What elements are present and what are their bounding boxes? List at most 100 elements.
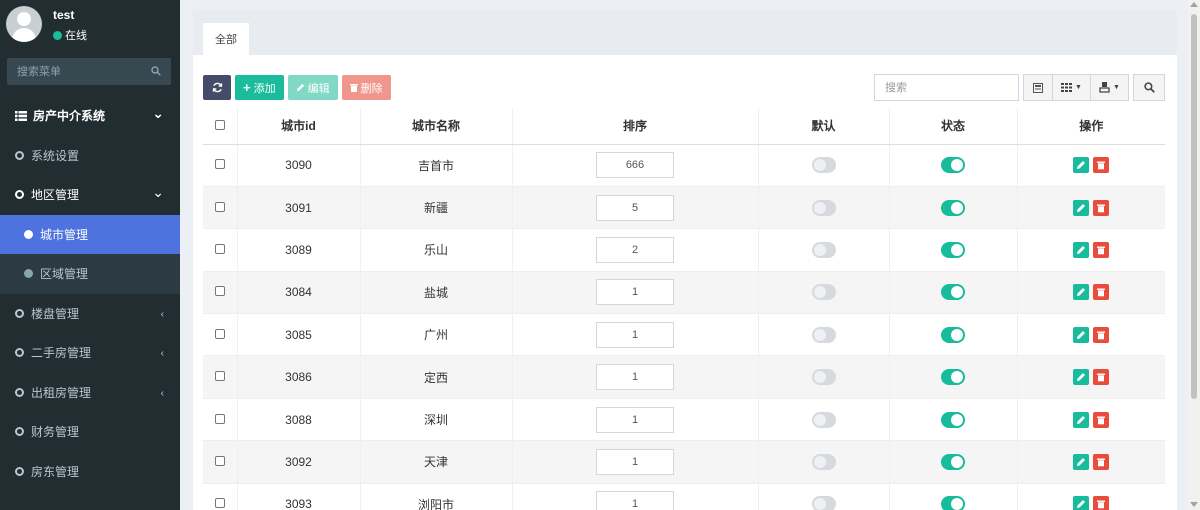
sidebar-item-2[interactable]: 地区管理 ⌄: [0, 175, 180, 215]
default-toggle[interactable]: [811, 241, 836, 258]
refresh-button[interactable]: [203, 75, 231, 100]
row-checkbox[interactable]: [214, 371, 225, 382]
row-checkbox[interactable]: [214, 498, 225, 509]
sidebar-subitem-3[interactable]: 城市管理: [0, 214, 180, 254]
column-header-city-id[interactable]: 城市id: [237, 108, 361, 145]
sort-input[interactable]: [596, 364, 674, 391]
city-table: 城市id 城市名称 排序 默认 状态 操作 3090吉首市3091新疆3089乐…: [203, 108, 1165, 510]
search-icon[interactable]: [151, 66, 161, 76]
column-header-city-name[interactable]: 城市名称: [360, 108, 513, 145]
sort-input[interactable]: [596, 321, 674, 348]
sidebar-item-7[interactable]: 出租房管理 ‹: [0, 373, 180, 413]
search-button[interactable]: [1133, 74, 1165, 101]
status-toggle[interactable]: [941, 326, 965, 343]
vertical-scrollbar[interactable]: [1188, 0, 1200, 510]
row-delete-button[interactable]: [1093, 496, 1110, 510]
table-row[interactable]: 3090 吉首市: [203, 144, 1165, 187]
row-checkbox[interactable]: [214, 201, 225, 212]
status-toggle[interactable]: [941, 241, 965, 258]
row-edit-button[interactable]: [1073, 199, 1090, 216]
default-toggle[interactable]: [811, 411, 836, 428]
row-delete-button[interactable]: [1093, 453, 1110, 470]
row-delete-button[interactable]: [1093, 369, 1110, 386]
default-toggle[interactable]: [811, 199, 836, 216]
row-edit-button[interactable]: [1073, 284, 1090, 301]
sidebar-item-system-header[interactable]: 房产中介系统 ⌄: [0, 96, 180, 136]
row-edit-button[interactable]: [1073, 496, 1090, 510]
default-toggle[interactable]: [811, 326, 836, 343]
row-checkbox[interactable]: [214, 455, 225, 466]
default-toggle[interactable]: [811, 284, 836, 301]
columns-toggle-button[interactable]: ▼: [1052, 74, 1091, 101]
sidebar-item-1[interactable]: 系统设置: [0, 136, 180, 176]
row-delete-button[interactable]: [1093, 241, 1110, 258]
column-header-default[interactable]: 默认: [758, 108, 890, 145]
status-cell: [889, 144, 1018, 187]
status-toggle[interactable]: [941, 453, 965, 470]
scroll-up-arrow-icon[interactable]: [1190, 2, 1198, 7]
sidebar-item-6[interactable]: 二手房管理 ‹: [0, 333, 180, 373]
table-row[interactable]: 3091 新疆: [203, 186, 1165, 229]
row-edit-button[interactable]: [1073, 157, 1090, 174]
scroll-down-arrow-icon[interactable]: [1190, 502, 1198, 507]
row-checkbox[interactable]: [214, 286, 225, 297]
row-edit-button[interactable]: [1073, 241, 1090, 258]
table-row[interactable]: 3093 浏阳市: [203, 483, 1165, 510]
sidebar-item-8[interactable]: 财务管理: [0, 412, 180, 452]
sidebar-item-5[interactable]: 楼盘管理 ‹: [0, 294, 180, 334]
sort-input[interactable]: [596, 448, 674, 475]
sidebar-search-input[interactable]: [7, 58, 147, 85]
edit-button[interactable]: 编辑: [287, 75, 338, 100]
table-row[interactable]: 3086 定西: [203, 355, 1165, 399]
table-row[interactable]: 3089 乐山: [203, 228, 1165, 272]
row-checkbox[interactable]: [214, 328, 225, 339]
status-toggle[interactable]: [941, 411, 965, 428]
default-toggle[interactable]: [811, 496, 836, 510]
select-all-checkbox[interactable]: [214, 119, 225, 130]
column-header-sort[interactable]: 排序: [512, 108, 759, 145]
row-edit-button[interactable]: [1073, 326, 1090, 343]
avatar[interactable]: [6, 6, 42, 42]
row-checkbox[interactable]: [214, 243, 225, 254]
status-toggle[interactable]: [941, 369, 965, 386]
column-header-status[interactable]: 状态: [889, 108, 1018, 145]
tab-all[interactable]: 全部: [203, 23, 249, 55]
row-delete-button[interactable]: [1093, 157, 1110, 174]
table-row[interactable]: 3085 广州: [203, 313, 1165, 356]
export-button[interactable]: ▼: [1090, 74, 1129, 101]
sidebar-subitem-4[interactable]: 区域管理: [0, 254, 180, 294]
sort-input[interactable]: [596, 152, 674, 179]
status-toggle[interactable]: [941, 157, 965, 174]
row-checkbox[interactable]: [214, 159, 225, 170]
sort-input[interactable]: [596, 279, 674, 306]
row-edit-button[interactable]: [1073, 411, 1090, 428]
status-toggle[interactable]: [941, 284, 965, 301]
row-delete-button[interactable]: [1093, 199, 1110, 216]
status-toggle[interactable]: [941, 496, 965, 510]
sidebar-item-label: 地区管理: [31, 188, 80, 203]
default-toggle[interactable]: [811, 453, 836, 470]
row-edit-button[interactable]: [1073, 369, 1090, 386]
scrollbar-thumb[interactable]: [1191, 14, 1197, 399]
sort-input[interactable]: [596, 491, 674, 510]
default-toggle[interactable]: [811, 157, 836, 174]
sort-input[interactable]: [596, 236, 674, 263]
delete-button[interactable]: 删除: [341, 75, 391, 100]
row-delete-button[interactable]: [1093, 326, 1110, 343]
sort-input[interactable]: [596, 194, 674, 221]
default-toggle[interactable]: [811, 369, 836, 386]
row-checkbox[interactable]: [214, 413, 225, 424]
sidebar-item-9[interactable]: 房东管理: [0, 452, 180, 492]
sort-cell: [512, 144, 759, 187]
row-delete-button[interactable]: [1093, 411, 1110, 428]
row-delete-button[interactable]: [1093, 284, 1110, 301]
table-search-input[interactable]: [874, 74, 1019, 101]
add-button[interactable]: + 添加: [235, 75, 284, 100]
table-row[interactable]: 3088 深圳: [203, 398, 1165, 441]
sort-input[interactable]: [596, 406, 674, 433]
row-edit-button[interactable]: [1073, 453, 1090, 470]
toggle-view-button[interactable]: [1023, 74, 1053, 101]
table-row[interactable]: 3092 天津: [203, 440, 1165, 484]
table-row[interactable]: 3084 盐城: [203, 271, 1165, 314]
status-toggle[interactable]: [941, 199, 965, 216]
